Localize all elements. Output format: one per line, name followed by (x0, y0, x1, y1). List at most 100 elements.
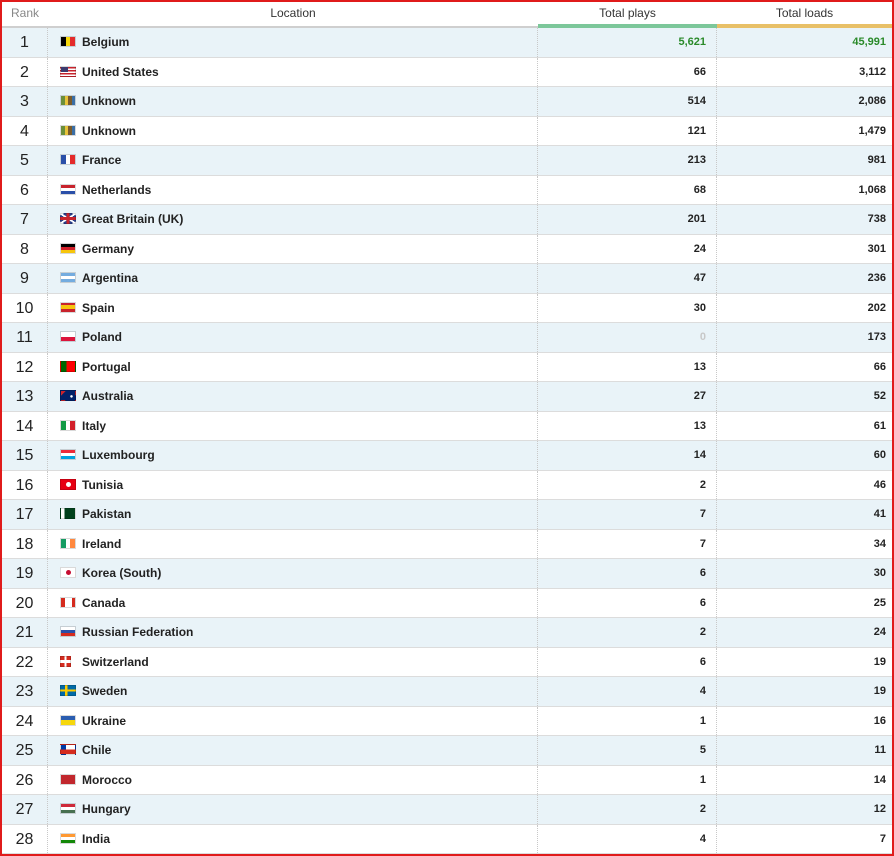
total-plays-cell: 14 (538, 441, 717, 470)
location-name: Luxembourg (82, 448, 155, 462)
location-cell: Sweden (48, 677, 538, 706)
table-row[interactable]: 12 Portugal 13 66 (2, 352, 892, 382)
location-name: Australia (82, 389, 134, 403)
total-loads-cell: 173 (867, 331, 886, 343)
location-name: Great Britain (UK) (82, 212, 184, 226)
total-loads-cell: 60 (873, 449, 886, 461)
total-plays-cell: 7 (538, 500, 717, 529)
location-cell: Luxembourg (48, 441, 538, 470)
pakistan-flag-icon (60, 508, 76, 519)
table-row[interactable]: 8 Germany 24 301 (2, 234, 892, 264)
table-row[interactable]: 2 United States 66 3,112 (2, 57, 892, 87)
table-row[interactable]: 21 Russian Federation 2 24 (2, 618, 892, 648)
table-row[interactable]: 10 Spain 30 202 (2, 293, 892, 323)
table-row[interactable]: 5 France 213 981 (2, 146, 892, 176)
table-row[interactable]: 11 Poland 0 173 (2, 323, 892, 353)
russia-flag-icon (60, 626, 76, 637)
total-loads-cell: 981 (867, 154, 886, 166)
poland-flag-icon (60, 331, 76, 342)
total-plays-cell: 1 (538, 706, 717, 735)
table-row[interactable]: 19 Korea (South) 6 30 (2, 559, 892, 589)
location-cell: Switzerland (48, 647, 538, 676)
location-cell: Portugal (48, 352, 538, 381)
location-name: Argentina (82, 271, 139, 285)
table-row[interactable]: 1 Belgium 5,621 45,991 (2, 28, 892, 58)
table-row[interactable]: 23 Sweden 4 19 (2, 677, 892, 707)
rank-cell: 11 (2, 323, 48, 352)
table-row[interactable]: 22 Switzerland 6 19 (2, 647, 892, 677)
table-row[interactable]: 14 Italy 13 61 (2, 411, 892, 441)
rank-cell: 7 (2, 205, 48, 234)
location-name: Italy (82, 418, 107, 433)
location-name: Unknown (82, 123, 136, 138)
total-loads-cell: 24 (873, 626, 886, 638)
location-name: Spain (82, 300, 115, 315)
location-name: Unknown (82, 94, 136, 108)
total-loads-cell: 46 (873, 478, 886, 491)
location-name: Chile (82, 743, 112, 757)
table-row[interactable]: 20 Canada 6 25 (2, 588, 892, 618)
table-row[interactable]: 13 Australia 27 52 (2, 382, 892, 412)
table-row[interactable]: 25 Chile 5 11 (2, 736, 892, 766)
location-name: Ukraine (82, 713, 127, 728)
rank-column-header[interactable]: Rank (2, 2, 48, 28)
location-cell: Germany (48, 234, 538, 263)
total-loads-cell: 738 (867, 213, 886, 225)
table-row[interactable]: 17 Pakistan 7 41 (2, 500, 892, 530)
table-row[interactable]: 9 Argentina 47 236 (2, 264, 892, 294)
total-plays-cell: 201 (538, 205, 717, 234)
total-loads-cell: 25 (873, 596, 886, 609)
total-loads-cell: 34 (873, 537, 886, 550)
location-stats-table: Rank Location Total plays Total loads 1 B… (0, 0, 894, 856)
table-body: 1 Belgium 5,621 45,991 2 United States 66 3,112… (2, 28, 892, 854)
rank-cell: 19 (2, 559, 48, 588)
rank-cell: 13 (2, 382, 48, 411)
rank-cell: 15 (2, 441, 48, 470)
rank-cell: 8 (2, 234, 48, 263)
rank-cell: 9 (2, 264, 48, 293)
location-name: Germany (82, 241, 135, 256)
table-row[interactable]: 6 Netherlands 68 1,068 (2, 175, 892, 205)
location-cell: Canada (48, 588, 538, 617)
location-name: Switzerland (82, 654, 149, 669)
total-loads-cell: 3,112 (859, 65, 886, 78)
total-plays-cell: 213 (538, 146, 717, 175)
table-row[interactable]: 15 Luxembourg 14 60 (2, 441, 892, 471)
location-name: Morocco (82, 772, 133, 787)
uk-flag-icon (60, 213, 76, 224)
table-row[interactable]: 16 Tunisia 2 46 (2, 470, 892, 500)
location-cell: Unknown (48, 116, 538, 145)
table-row[interactable]: 28 India 4 7 (2, 824, 892, 854)
location-cell: Argentina (48, 264, 538, 293)
table-row[interactable]: 18 Ireland 7 34 (2, 529, 892, 559)
total-plays-cell: 5,621 (538, 28, 717, 57)
ireland-flag-icon (60, 537, 76, 549)
table-row[interactable]: 7 Great Britain (UK) 201 738 (2, 205, 892, 235)
table-row[interactable]: 4 Unknown 121 1,479 (2, 116, 892, 146)
location-name: Ireland (82, 536, 122, 551)
belgium-flag-icon (60, 36, 76, 47)
total-plays-cell: 66 (538, 57, 717, 86)
location-column-header[interactable]: Location (48, 2, 538, 28)
location-cell: Chile (48, 736, 538, 765)
table-row[interactable]: 24 Ukraine 1 16 (2, 706, 892, 736)
germany-flag-icon (60, 242, 76, 254)
total-plays-column-header[interactable]: Total plays (538, 2, 717, 28)
location-name: Russian Federation (82, 625, 194, 639)
rank-cell: 14 (2, 411, 48, 440)
total-loads-cell: 19 (873, 655, 886, 668)
total-plays-cell: 1 (538, 765, 717, 794)
location-cell: Tunisia (48, 470, 538, 499)
total-loads-cell: 66 (873, 360, 886, 373)
total-plays-cell: 4 (538, 824, 717, 853)
total-plays-cell: 2 (538, 470, 717, 499)
total-loads-cell: 236 (867, 272, 886, 284)
rank-cell: 6 (2, 175, 48, 204)
table-row[interactable]: 27 Hungary 2 12 (2, 795, 892, 825)
rank-cell: 1 (2, 28, 48, 57)
total-loads-column-header[interactable]: Total loads (717, 2, 892, 28)
total-loads-cell: 45,991 (852, 36, 886, 48)
table-row[interactable]: 26 Morocco 1 14 (2, 765, 892, 795)
table-row[interactable]: 3 Unknown 514 2,086 (2, 87, 892, 117)
rank-cell: 18 (2, 529, 48, 558)
